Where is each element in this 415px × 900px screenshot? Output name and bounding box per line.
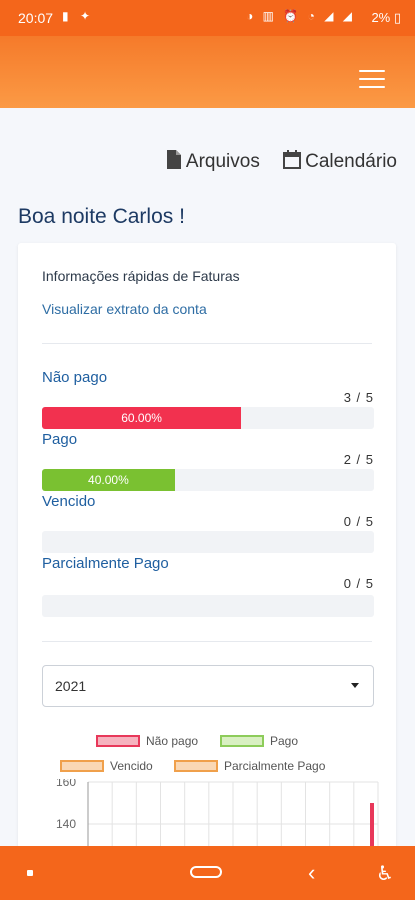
legend-swatch-partial	[174, 760, 218, 772]
legend-item-overdue[interactable]: Vencido	[60, 759, 153, 773]
progress-unpaid: 60.00%	[42, 407, 374, 429]
chevron-down-icon	[351, 683, 359, 688]
files-link[interactable]: Arquivos	[166, 150, 260, 173]
account-statement-link[interactable]: Visualizar extrato da conta	[42, 301, 207, 317]
progress-overdue	[42, 531, 374, 553]
progress-fill-paid: 40.00%	[42, 469, 175, 491]
recents-icon[interactable]	[27, 870, 33, 876]
legend-label-unpaid: Não pago	[146, 734, 199, 748]
stat-count-paid: 2 / 5	[343, 452, 374, 467]
files-link-label: Arquivos	[185, 151, 260, 172]
app-header	[0, 36, 415, 108]
legend-swatch-overdue	[60, 760, 104, 772]
status-bar: 20:07 ▮ ✦ ◑ ▥ ⏰ ◔ ◢ ◢ 2% ▯	[0, 0, 415, 36]
legend-label-overdue: Vencido	[110, 759, 153, 773]
year-select-value: 2021	[55, 678, 87, 694]
accessibility-icon[interactable]: ♿	[376, 861, 394, 886]
legend-swatch-unpaid	[96, 735, 140, 747]
stat-count-unpaid: 3 / 5	[343, 390, 374, 405]
stat-label-unpaid: Não pago	[42, 369, 108, 386]
stat-count-overdue: 0 / 5	[343, 514, 374, 529]
progress-paid: 40.00%	[42, 469, 374, 491]
status-time: 20:07	[18, 10, 54, 26]
stat-label-paid: Pago	[42, 431, 78, 448]
stat-label-overdue: Vencido	[42, 493, 96, 510]
stat-label-partial: Parcialmente Pago	[42, 555, 169, 572]
divider	[42, 343, 372, 344]
legend-label-partial: Parcialmente Pago	[224, 759, 326, 773]
card-title: Informações rápidas de Faturas	[42, 268, 240, 284]
notification-icons: ▮ ✦	[62, 9, 94, 23]
quick-links: Arquivos Calendário	[148, 150, 397, 173]
system-icons: ◑ ▥ ⏰ ◔ ◢ ◢	[246, 9, 355, 23]
hamburger-icon[interactable]	[359, 70, 385, 88]
invoice-summary-card: Informações rápidas de Faturas Visualiza…	[18, 243, 396, 883]
legend-item-unpaid[interactable]: Não pago	[96, 734, 198, 748]
legend-label-paid: Pago	[270, 734, 299, 748]
legend-item-paid[interactable]: Pago	[220, 734, 298, 748]
legend-swatch-paid	[220, 735, 264, 747]
year-select[interactable]: 2021	[42, 665, 374, 707]
y-tick-140: 140	[56, 817, 76, 831]
divider	[42, 641, 372, 642]
home-icon[interactable]	[190, 866, 222, 878]
calendar-link[interactable]: Calendário	[283, 150, 397, 173]
stat-count-partial: 0 / 5	[343, 576, 374, 591]
progress-fill-unpaid: 60.00%	[42, 407, 242, 429]
file-icon	[166, 150, 181, 169]
system-nav-bar: ‹ ♿	[0, 846, 415, 900]
progress-partial	[42, 595, 374, 617]
calendar-link-label: Calendário	[305, 151, 397, 172]
legend-item-partial[interactable]: Parcialmente Pago	[174, 759, 325, 773]
back-icon[interactable]: ‹	[308, 860, 315, 886]
calendar-icon	[283, 150, 302, 169]
y-tick-160: 160	[56, 779, 76, 789]
greeting-heading: Boa noite Carlos !	[18, 205, 185, 228]
battery-indicator: 2% ▯	[371, 10, 401, 25]
